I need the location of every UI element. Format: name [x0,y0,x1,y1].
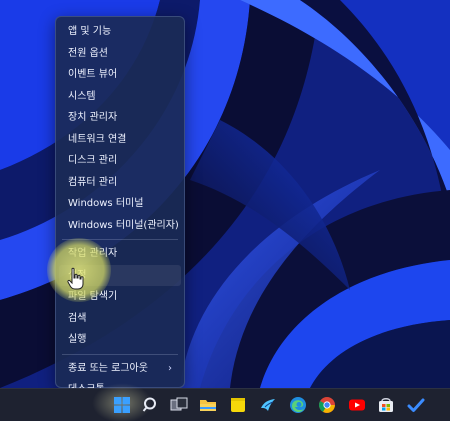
edge-icon[interactable] [289,396,307,414]
menu-item-label: 디스크 관리 [68,155,118,166]
menu-item-run[interactable]: 실행 [56,329,184,351]
menu-item-device-manager[interactable]: 장치 관리자 [56,107,184,129]
menu-item-windows-terminal[interactable]: Windows 터미널 [56,193,184,215]
menu-item-label: 검색 [68,312,87,324]
menu-item-apps-features[interactable]: 앱 및 기능 [56,21,184,43]
menu-item-computer-management[interactable]: 컴퓨터 관리 [56,172,184,194]
youtube-icon[interactable] [348,396,366,414]
menu-item-label: 앱 및 기능 [68,26,112,37]
desktop-screen: 앱 및 기능 전원 옵션 이벤트 뷰어 시스템 장치 관리자 네트워크 연결 디… [0,0,450,421]
start-icon[interactable] [113,396,131,414]
winx-context-menu: 앱 및 기능 전원 옵션 이벤트 뷰어 시스템 장치 관리자 네트워크 연결 디… [55,16,185,395]
menu-item-network-connections[interactable]: 네트워크 연결 [56,129,184,151]
menu-item-label: 시스템 [68,90,96,102]
menu-item-label: Windows 터미널(관리자) [68,219,179,231]
chrome-icon[interactable] [318,396,336,414]
menu-item-label: 전원 옵션 [68,47,108,59]
menu-item-label: 장치 관리자 [68,112,118,123]
menu-item-label: 이벤트 뷰어 [68,69,118,80]
menu-item-windows-terminal-admin[interactable]: Windows 터미널(관리자) [56,215,184,237]
microsoft-store-icon[interactable] [377,396,395,414]
menu-item-shutdown-signout[interactable]: 종료 또는 로그아웃 › [56,358,184,380]
bird-app-icon[interactable] [259,396,277,414]
menu-item-label: Windows 터미널 [68,198,144,209]
todo-check-icon[interactable] [407,396,425,414]
search-icon[interactable] [142,396,160,414]
menu-separator [62,353,178,355]
sticky-notes-icon[interactable] [229,396,247,414]
menu-item-system[interactable]: 시스템 [56,86,184,108]
menu-item-search[interactable]: 검색 [56,308,184,330]
menu-item-label: 실행 [68,334,87,345]
menu-item-label: 종료 또는 로그아웃 [68,362,148,374]
hand-pointer-icon [67,267,84,290]
file-explorer-icon[interactable] [199,396,217,414]
menu-item-label: 네트워크 연결 [68,133,127,145]
menu-item-power-options[interactable]: 전원 옵션 [56,43,184,65]
task-view-icon[interactable] [170,396,188,414]
chevron-right-icon: › [168,362,172,374]
menu-item-disk-management[interactable]: 디스크 관리 [56,150,184,172]
menu-item-event-viewer[interactable]: 이벤트 뷰어 [56,64,184,86]
menu-item-label: 컴퓨터 관리 [68,176,118,188]
